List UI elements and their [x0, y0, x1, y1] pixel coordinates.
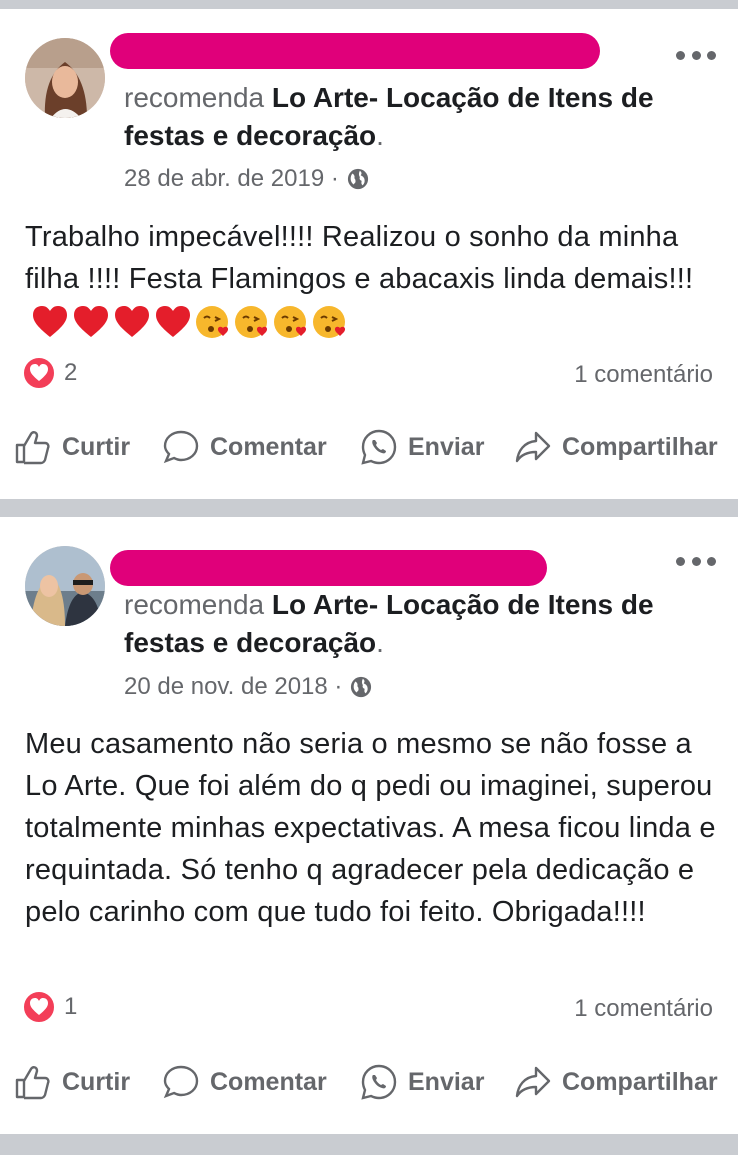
more-options-icon[interactable]	[676, 47, 716, 63]
post-card: recomenda Lo Arte- Locação de Itens de f…	[0, 517, 738, 1134]
post-date[interactable]: 20 de nov. de 2018 ·	[124, 673, 342, 701]
love-reaction-icon	[22, 990, 56, 1024]
post-body-text: Trabalho impecável!!!! Realizou o sonho …	[25, 221, 694, 295]
post-date-row: 28 de abr. de 2019 ·	[124, 165, 369, 193]
kissing-face-icon	[313, 306, 346, 339]
more-options-icon[interactable]	[676, 553, 716, 569]
thumbs-up-icon	[15, 1066, 50, 1100]
kissing-face-icon	[274, 306, 307, 339]
kissing-face-icon	[235, 306, 268, 339]
share-label: Compartilhar	[562, 432, 718, 461]
thumbs-up-icon	[15, 431, 50, 465]
like-label: Curtir	[62, 432, 131, 461]
redacted-name	[110, 33, 600, 69]
red-heart-icon	[156, 306, 190, 338]
share-arrow-icon	[515, 1066, 551, 1098]
emoji-row	[31, 304, 348, 340]
comment-count-link[interactable]: 1 comentário	[574, 995, 713, 1023]
comment-count-link[interactable]: 1 comentário	[574, 361, 713, 389]
reaction-summary[interactable]: 1	[22, 990, 77, 1024]
send-label: Enviar	[408, 1067, 485, 1096]
globe-icon	[351, 676, 372, 698]
comment-bubble-icon	[163, 430, 199, 464]
recommend-label: recomenda	[124, 82, 265, 113]
red-heart-icon	[115, 306, 149, 338]
action-bar: Curtir Comentar Enviar Compartilhar	[0, 1063, 738, 1107]
post-body: Meu casamento não seria o mesmo se não f…	[25, 723, 725, 933]
comment-button[interactable]: Comentar	[162, 1063, 327, 1101]
avatar[interactable]	[25, 546, 105, 626]
send-button[interactable]: Enviar	[360, 428, 484, 466]
whatsapp-icon	[361, 1064, 397, 1100]
action-bar: Curtir Comentar Enviar Compartilhar	[0, 428, 738, 472]
globe-icon	[347, 168, 368, 190]
comment-bubble-icon	[163, 1065, 199, 1099]
share-label: Compartilhar	[562, 1067, 718, 1096]
send-button[interactable]: Enviar	[360, 1063, 484, 1101]
recommend-label: recomenda	[124, 589, 265, 620]
comment-button[interactable]: Comentar	[162, 428, 327, 466]
avatar[interactable]	[25, 38, 105, 118]
like-button[interactable]: Curtir	[14, 1063, 130, 1101]
comment-label: Comentar	[210, 1067, 327, 1096]
share-button[interactable]: Compartilhar	[514, 1063, 718, 1101]
post-body-text: Meu casamento não seria o mesmo se não f…	[25, 728, 716, 928]
red-heart-icon	[33, 306, 67, 338]
send-label: Enviar	[408, 432, 485, 461]
like-label: Curtir	[62, 1067, 131, 1096]
post-date-row: 20 de nov. de 2018 ·	[124, 673, 372, 701]
post-header: recomenda Lo Arte- Locação de Itens de f…	[124, 589, 654, 658]
share-arrow-icon	[515, 431, 551, 463]
redacted-name	[110, 550, 547, 586]
post-body: Trabalho impecável!!!! Realizou o sonho …	[25, 216, 725, 342]
post-header: recomenda Lo Arte- Locação de Itens de f…	[124, 82, 654, 151]
comment-label: Comentar	[210, 432, 327, 461]
like-button[interactable]: Curtir	[14, 428, 130, 466]
reaction-count: 2	[64, 359, 78, 386]
reaction-count: 1	[64, 993, 78, 1020]
kissing-face-icon	[196, 306, 229, 339]
post-card: recomenda Lo Arte- Locação de Itens de f…	[0, 9, 738, 499]
love-reaction-icon	[22, 356, 56, 390]
share-button[interactable]: Compartilhar	[514, 428, 718, 466]
reaction-summary[interactable]: 2	[22, 356, 77, 390]
whatsapp-icon	[361, 429, 397, 465]
post-date[interactable]: 28 de abr. de 2019 ·	[124, 165, 339, 193]
red-heart-icon	[74, 306, 108, 338]
